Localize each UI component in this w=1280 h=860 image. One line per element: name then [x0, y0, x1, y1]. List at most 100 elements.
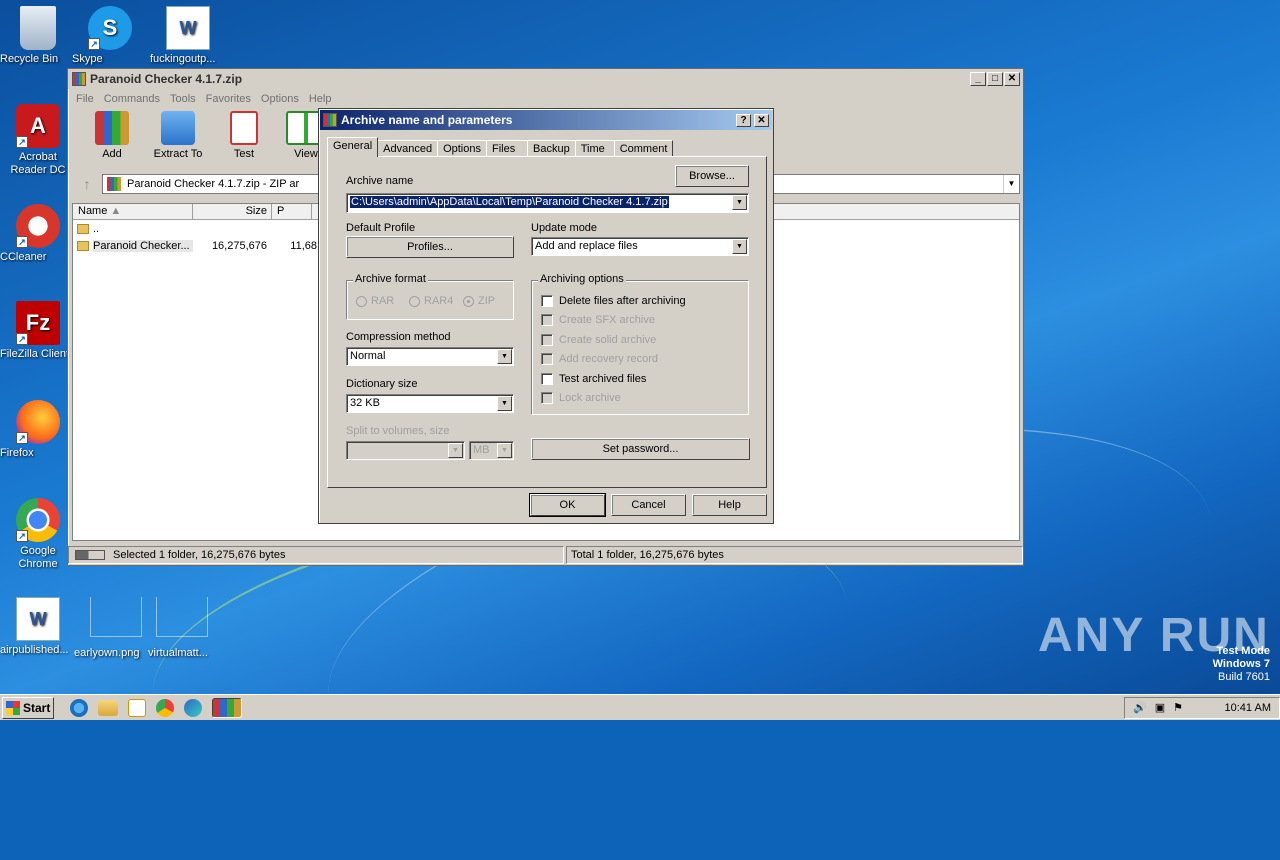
up-arrow-icon[interactable]: ↑ [72, 174, 102, 194]
column-size[interactable]: Size [193, 204, 272, 219]
set-password-button[interactable]: Set password... [531, 438, 750, 460]
chrome-taskbar-icon[interactable] [156, 698, 174, 717]
toolbar-test-button[interactable]: Test [214, 109, 274, 160]
archive-icon [107, 177, 121, 191]
delete-files-checkbox[interactable]: Delete files after archiving [541, 295, 686, 307]
chevron-down-icon[interactable]: ▼ [497, 443, 512, 458]
menu-options[interactable]: Options [256, 93, 304, 105]
desktop-icon-filezilla[interactable]: Fz ↗ FileZilla Client [0, 301, 76, 360]
file-name: .. [93, 222, 100, 235]
close-icon[interactable]: ✕ [754, 113, 769, 127]
split-unit-select[interactable]: MB ▼ [469, 441, 514, 460]
archive-name-input[interactable]: C:\Users\admin\AppData\Local\Temp\Parano… [346, 193, 749, 213]
desktop-icon-skype[interactable]: S ↗ Skype [72, 6, 148, 65]
column-packed[interactable]: P [272, 204, 312, 219]
menu-file[interactable]: File [71, 93, 99, 105]
network-icon[interactable]: ▣ [1155, 701, 1165, 714]
tab-comment[interactable]: Comment [613, 140, 674, 157]
volume-icon[interactable]: 🔊 [1133, 701, 1147, 714]
firefox-icon: ↗ [16, 400, 60, 444]
edge-icon[interactable] [184, 698, 202, 717]
recovery-record-checkbox[interactable]: Add recovery record [541, 353, 658, 365]
menu-help[interactable]: Help [304, 93, 337, 105]
dialog-titlebar[interactable]: Archive name and parameters ? ✕ [320, 110, 772, 130]
chevron-down-icon[interactable]: ▼ [497, 396, 512, 411]
close-button[interactable]: ✕ [1004, 72, 1020, 86]
tab-files[interactable]: Files [486, 140, 528, 157]
chevron-down-icon[interactable]: ▼ [732, 195, 747, 210]
desktop-icon-recycle-bin[interactable]: Recycle Bin [0, 6, 76, 65]
image-file-icon [90, 597, 142, 637]
desktop-icon-ccleaner[interactable]: ↗ CCleaner [0, 204, 76, 263]
ok-button[interactable]: OK [529, 493, 606, 517]
toolbar-add-button[interactable]: Add [82, 109, 142, 160]
winrar-titlebar[interactable]: Paranoid Checker 4.1.7.zip _ □ ✕ [68, 69, 1023, 89]
split-volumes-label: Split to volumes, size [346, 425, 450, 437]
chevron-down-icon[interactable]: ▼ [1003, 175, 1019, 193]
compression-method-select[interactable]: Normal ▼ [346, 347, 514, 366]
format-rar4-radio[interactable]: RAR4 [409, 295, 453, 307]
minimize-button[interactable]: _ [970, 72, 986, 86]
tab-time[interactable]: Time [574, 140, 615, 157]
split-size-select[interactable]: ▼ [346, 441, 465, 460]
archive-name-value: C:\Users\admin\AppData\Local\Temp\Parano… [350, 196, 669, 208]
desktop-icon-label: Google Chrome [18, 545, 58, 570]
file-packed: 11,68 [290, 239, 317, 252]
format-zip-radio[interactable]: ZIP [463, 295, 495, 307]
internet-explorer-icon[interactable] [70, 698, 88, 717]
chevron-down-icon[interactable]: ▼ [497, 349, 512, 364]
solid-archive-checkbox[interactable]: Create solid archive [541, 334, 656, 346]
default-profile-label: Default Profile [346, 222, 416, 234]
help-button[interactable]: Help [692, 494, 767, 516]
start-button[interactable]: Start [2, 696, 54, 719]
tab-options[interactable]: Options [437, 140, 487, 157]
menu-favorites[interactable]: Favorites [201, 93, 256, 105]
desktop-icon-chrome[interactable]: ↗ Google Chrome [0, 498, 76, 570]
skype-icon: S ↗ [88, 6, 132, 50]
flag-icon[interactable]: ⚑ [1173, 701, 1183, 714]
desktop-icon-document[interactable]: W fuckingoutp... [150, 6, 226, 65]
tab-panel-general: Archive name Browse... C:\Users\admin\Ap… [327, 156, 767, 488]
test-files-checkbox[interactable]: Test archived files [541, 373, 646, 385]
tab-backup[interactable]: Backup [527, 140, 576, 157]
chevron-down-icon[interactable]: ▼ [732, 239, 747, 254]
desktop-icon-label: Skype [72, 53, 103, 65]
browse-button[interactable]: Browse... [675, 165, 749, 187]
watermark-build: Build 7601 [1218, 671, 1270, 683]
tab-advanced[interactable]: Advanced [377, 140, 439, 157]
media-player-icon[interactable] [128, 698, 146, 717]
help-icon[interactable]: ? [736, 113, 751, 127]
checkbox-label: Lock archive [559, 392, 621, 404]
desktop-icon-acrobat[interactable]: A ↗ Acrobat Reader DC [0, 104, 76, 176]
create-sfx-checkbox[interactable]: Create SFX archive [541, 314, 655, 326]
chevron-down-icon[interactable]: ▼ [448, 443, 463, 458]
maximize-button[interactable]: □ [987, 72, 1003, 86]
radio-selected-icon [463, 295, 474, 307]
winrar-taskbar-icon[interactable] [212, 697, 242, 718]
desktop-icon-firefox[interactable]: ↗ Firefox [0, 400, 76, 459]
checkbox-icon [541, 353, 553, 365]
dictionary-size-select[interactable]: 32 KB ▼ [346, 394, 514, 413]
checkbox-icon [541, 373, 553, 385]
toolbar-extract-button[interactable]: Extract To [144, 109, 212, 160]
explorer-folder-icon[interactable] [98, 699, 118, 716]
cancel-button[interactable]: Cancel [611, 494, 686, 516]
lock-archive-checkbox[interactable]: Lock archive [541, 392, 621, 404]
clock[interactable]: 10:41 AM [1225, 702, 1271, 714]
desktop-icon-label: fuckingoutp... [150, 53, 216, 65]
file-name: Paranoid Checker... [93, 239, 193, 252]
menu-bar: File Commands Tools Favorites Options He… [68, 89, 1023, 109]
profiles-button[interactable]: Profiles... [346, 236, 514, 258]
desktop-icon-document[interactable]: W airpublished... [0, 597, 76, 656]
test-clipboard-icon [230, 111, 258, 145]
drive-key-icon[interactable] [75, 550, 105, 560]
window-title: Paranoid Checker 4.1.7.zip [90, 72, 243, 86]
menu-tools[interactable]: Tools [165, 93, 201, 105]
menu-commands[interactable]: Commands [99, 93, 165, 105]
tab-general[interactable]: General [327, 137, 379, 157]
column-name[interactable]: Name ▲ [73, 204, 193, 219]
dictionary-size-label: Dictionary size [346, 378, 418, 390]
radio-icon [409, 295, 420, 307]
format-rar-radio[interactable]: RAR [356, 295, 394, 307]
update-mode-select[interactable]: Add and replace files ▼ [531, 237, 749, 256]
